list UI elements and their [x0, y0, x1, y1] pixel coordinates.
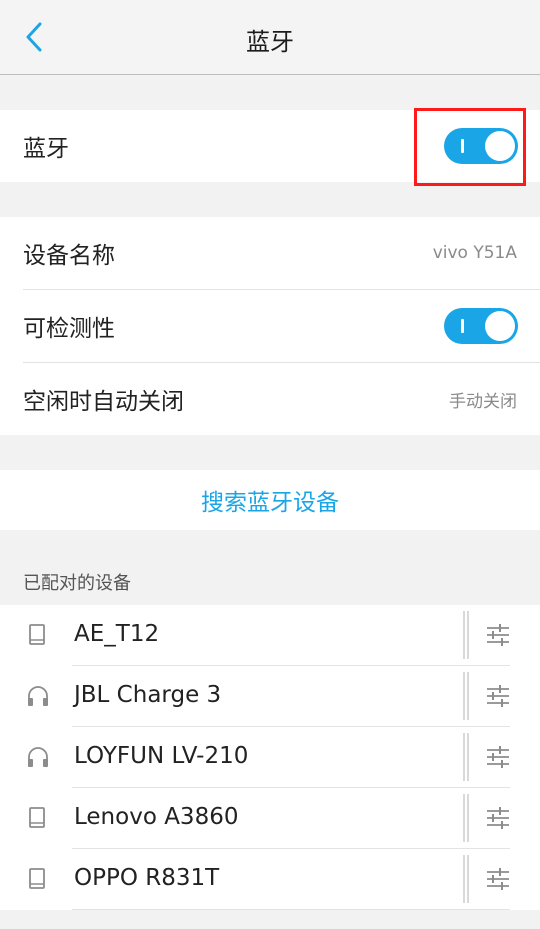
- idle-off-label: 空闲时自动关闭: [23, 389, 184, 415]
- settings-sliders-icon[interactable]: [485, 684, 511, 708]
- list-item[interactable]: LOYFUN LV-210: [0, 727, 540, 787]
- device-name-value: vivo Y51A: [432, 243, 517, 263]
- paired-section-header: 已配对的设备: [0, 530, 540, 605]
- header-bar: 蓝牙: [0, 0, 540, 75]
- paired-section-title: 已配对的设备: [23, 573, 131, 594]
- bluetooth-label: 蓝牙: [23, 136, 69, 162]
- headphones-icon: [28, 747, 48, 767]
- settings-sliders-icon[interactable]: [485, 745, 511, 769]
- settings-card: 设备名称 vivo Y51A 可检测性 空闲时自动关闭 手动关闭: [0, 217, 540, 435]
- phone-icon: [29, 807, 45, 828]
- search-devices-button[interactable]: 搜索蓝牙设备: [0, 470, 540, 530]
- list-item[interactable]: AE_T12: [0, 605, 540, 665]
- device-name-label: 设备名称: [23, 243, 115, 269]
- settings-sliders-icon[interactable]: [485, 867, 511, 891]
- device-name: LOYFUN LV-210: [74, 743, 249, 769]
- paired-device-list: AE_T12 JBL Charge 3 LOYFUN LV-210 Lenovo…: [0, 605, 540, 910]
- headphones-icon: [28, 686, 48, 706]
- settings-sliders-icon[interactable]: [485, 806, 511, 830]
- device-name: OPPO R831T: [74, 865, 220, 891]
- idle-off-row[interactable]: 空闲时自动关闭 手动关闭: [0, 363, 540, 435]
- device-name: JBL Charge 3: [74, 682, 222, 708]
- device-name-row[interactable]: 设备名称 vivo Y51A: [0, 217, 540, 289]
- idle-off-value: 手动关闭: [449, 391, 517, 412]
- list-item[interactable]: JBL Charge 3: [0, 666, 540, 726]
- discoverable-label: 可检测性: [23, 316, 115, 342]
- settings-sliders-icon[interactable]: [485, 623, 511, 647]
- phone-icon: [29, 868, 45, 889]
- list-item[interactable]: OPPO R831T: [0, 849, 540, 909]
- device-name: AE_T12: [74, 621, 160, 647]
- phone-icon: [29, 624, 45, 645]
- device-name: Lenovo A3860: [74, 804, 239, 830]
- highlight-box: [414, 108, 526, 186]
- page-title: 蓝牙: [246, 28, 294, 56]
- discoverable-toggle[interactable]: [444, 308, 518, 344]
- discoverable-row: 可检测性: [0, 290, 540, 362]
- list-item[interactable]: Lenovo A3860: [0, 788, 540, 848]
